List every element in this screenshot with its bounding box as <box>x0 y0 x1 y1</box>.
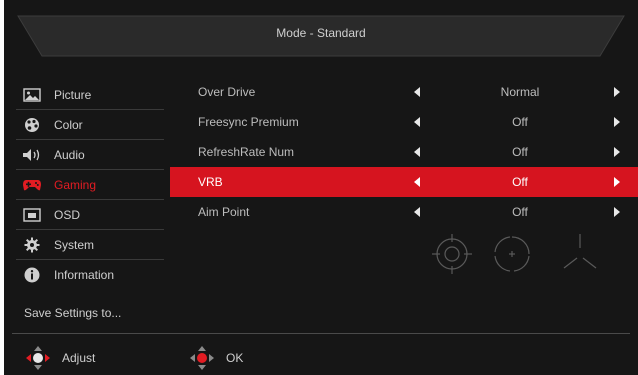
sidebar-item-label: System <box>54 238 95 252</box>
divider <box>12 333 630 334</box>
aim-tripod-icon[interactable] <box>558 232 602 276</box>
setting-refreshrate-num[interactable]: RefreshRate Num Off <box>170 137 638 167</box>
gear-icon <box>22 237 42 253</box>
setting-label: Freesync Premium <box>198 115 299 129</box>
aim-crosshair-icon[interactable] <box>490 232 534 276</box>
sidebar-item-information[interactable]: Information <box>16 260 164 290</box>
setting-label: VRB <box>198 175 223 189</box>
sidebar-item-audio[interactable]: Audio <box>16 140 164 170</box>
info-icon <box>22 267 42 283</box>
arrow-right-icon[interactable] <box>614 177 620 187</box>
setting-vrb[interactable]: VRB Off <box>170 167 638 197</box>
sidebar-item-label: Information <box>54 268 115 282</box>
sidebar-item-label: OSD <box>54 208 81 222</box>
ok-joystick-icon <box>190 346 214 370</box>
osd-menu: Mode - Standard Picture Color Audio Gami… <box>4 0 638 375</box>
setting-aim-point[interactable]: Aim Point Off <box>170 197 638 227</box>
sidebar-item-label: Color <box>54 118 83 132</box>
setting-label: RefreshRate Num <box>198 145 295 159</box>
footer-hints: Adjust OK <box>4 340 638 375</box>
save-settings-button[interactable]: Save Settings to... <box>24 306 121 320</box>
sidebar-item-label: Gaming <box>54 178 97 192</box>
adjust-label: Adjust <box>62 351 96 365</box>
gamepad-icon <box>22 177 42 193</box>
setting-over-drive[interactable]: Over Drive Normal <box>170 77 638 107</box>
sidebar-item-label: Audio <box>54 148 85 162</box>
sidebar-item-system[interactable]: System <box>16 230 164 260</box>
setting-freesync-premium[interactable]: Freesync Premium Off <box>170 107 638 137</box>
arrow-left-icon[interactable] <box>414 207 420 217</box>
mode-title: Mode - Standard <box>276 26 366 40</box>
arrow-left-icon[interactable] <box>414 147 420 157</box>
arrow-left-icon[interactable] <box>414 117 420 127</box>
sidebar-item-picture[interactable]: Picture <box>16 80 164 110</box>
aim-circle-icon[interactable] <box>430 232 474 276</box>
sidebar-item-gaming[interactable]: Gaming <box>16 170 164 200</box>
arrow-right-icon[interactable] <box>614 207 620 217</box>
setting-value: Off <box>512 115 528 129</box>
setting-value: Off <box>512 205 528 219</box>
picture-icon <box>22 87 42 103</box>
sidebar: Picture Color Audio Gaming OSD System In… <box>16 80 164 290</box>
adjust-joystick-icon <box>26 346 50 370</box>
setting-value: Off <box>512 145 528 159</box>
ok-label: OK <box>226 351 244 365</box>
arrow-right-icon[interactable] <box>614 117 620 127</box>
setting-value: Off <box>512 175 528 189</box>
setting-value: Normal <box>500 85 540 99</box>
osd-icon <box>22 207 42 223</box>
settings-list: Over Drive Normal Freesync Premium Off R… <box>170 77 638 227</box>
sidebar-item-osd[interactable]: OSD <box>16 200 164 230</box>
arrow-left-icon[interactable] <box>414 87 420 97</box>
arrow-left-icon[interactable] <box>414 177 420 187</box>
setting-label: Over Drive <box>198 85 256 99</box>
header-bar: Mode - Standard <box>4 8 638 58</box>
sidebar-item-color[interactable]: Color <box>16 110 164 140</box>
arrow-right-icon[interactable] <box>614 87 620 97</box>
arrow-right-icon[interactable] <box>614 147 620 157</box>
setting-label: Aim Point <box>198 205 250 219</box>
speaker-icon <box>22 147 42 163</box>
palette-icon <box>22 117 42 133</box>
sidebar-item-label: Picture <box>54 88 92 102</box>
